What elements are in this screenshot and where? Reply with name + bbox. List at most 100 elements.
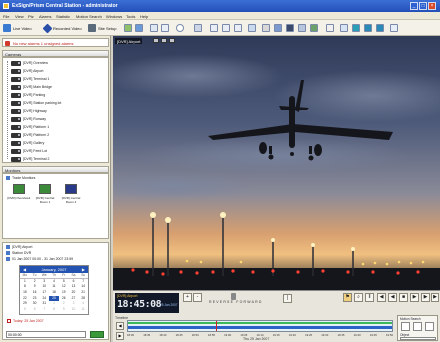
search-station-row[interactable]: Station DVR — [6, 251, 31, 255]
go-button[interactable] — [90, 331, 104, 338]
time-field[interactable]: 00:00:00 — [6, 331, 86, 338]
calendar-day[interactable]: 8 — [49, 307, 59, 313]
monitor-item[interactable]: [DVR] Central Room 2 — [59, 184, 83, 204]
print-icon[interactable] — [194, 24, 202, 32]
close-button[interactable]: × — [428, 2, 436, 10]
calendar-days[interactable]: 1 2 3 4 5 6 7 8 9 10 11 12 13 14 15 16 17 18 19 20 21 22 23 24 2… — [20, 279, 88, 313]
camera-item[interactable]: [DVR] Terminal 1 — [11, 76, 49, 82]
zoom-in-button[interactable]: + — [183, 293, 192, 302]
menu-view[interactable]: View — [15, 14, 24, 19]
motion-area-button[interactable] — [401, 322, 410, 331]
camera-item[interactable]: [DVR] Terminal 2 — [11, 156, 49, 162]
site-setup-button[interactable]: Site Setup — [88, 23, 116, 33]
speed-slider-handle[interactable] — [231, 293, 236, 300]
today-checkbox[interactable] — [7, 319, 11, 323]
calendar-day[interactable]: 7 — [39, 307, 49, 313]
pause-button[interactable]: ‖ — [365, 293, 374, 302]
layout-1-icon[interactable] — [124, 24, 132, 32]
calendar-day[interactable]: 9 — [59, 307, 69, 313]
stop-button[interactable]: ■ — [399, 293, 408, 302]
calendar-prev-icon[interactable]: ◀ — [23, 267, 26, 272]
video-view[interactable]: [DVR] Airport — [113, 36, 440, 290]
live-video-button[interactable]: Live Video — [3, 23, 32, 33]
split-icon[interactable] — [210, 24, 218, 32]
camera-item[interactable]: [DVR] Highway — [11, 108, 47, 114]
audio-icon[interactable] — [298, 24, 306, 32]
zoom-out-icon[interactable] — [169, 38, 175, 43]
search-button[interactable]: ⌕ — [354, 293, 363, 302]
camera-item[interactable]: [DVR] Overview — [11, 60, 48, 66]
zoom-icon[interactable] — [248, 24, 256, 32]
camera-item[interactable]: [DVR] Platform 2 — [11, 132, 49, 138]
calendar-day[interactable]: 10 — [69, 307, 79, 313]
timeline-cursor[interactable] — [216, 321, 217, 331]
record-icon[interactable] — [286, 24, 294, 32]
tile-icon[interactable] — [340, 24, 348, 32]
search-range-row[interactable]: 01 Jan 2007 00:00 - 31 Jan 2007 23:59 — [6, 257, 73, 261]
timeline-prev-button[interactable]: ◀ — [116, 322, 124, 330]
motion-search-button[interactable] — [425, 322, 434, 331]
recorded-video-button[interactable]: Recorded Video — [42, 23, 82, 33]
layout-3x3-icon[interactable] — [234, 24, 242, 32]
camera-list[interactable]: [DVR] Overview [DVR] Airport [DVR] Termi… — [2, 57, 109, 163]
menu-ptz[interactable]: Ptz — [28, 14, 34, 19]
frame-back-button[interactable]: | — [283, 294, 292, 303]
monitor-icon[interactable] — [352, 24, 360, 32]
monitors-header[interactable]: Monitors — [2, 166, 109, 173]
end-button[interactable]: ▶ — [431, 293, 439, 302]
camera-item[interactable]: [DVR] Parking — [11, 92, 45, 98]
menu-tools[interactable]: Tools — [126, 14, 135, 19]
monitor-group[interactable]: Trade Monitors — [6, 176, 35, 180]
menu-windows[interactable]: Windows — [106, 14, 122, 19]
menu-statistic[interactable]: Statistic — [56, 14, 70, 19]
layout-2x2-icon[interactable] — [222, 24, 230, 32]
camera-item[interactable]: [DVR] Gallery — [11, 140, 44, 146]
menu-alarms[interactable]: Alarms — [39, 14, 51, 19]
zoom-in-icon[interactable] — [161, 38, 167, 43]
monitor-item[interactable]: [DVR] Overview1 — [7, 184, 31, 200]
help-icon[interactable] — [390, 24, 398, 32]
menu-motion-search[interactable]: Motion Search — [76, 14, 102, 19]
export-icon[interactable] — [274, 24, 282, 32]
menu-file[interactable]: File — [3, 14, 9, 19]
camera-item[interactable]: [DVR] Runway — [11, 116, 46, 122]
play-button[interactable]: ▶ — [410, 293, 419, 302]
cameras-header[interactable]: Cameras — [2, 50, 109, 57]
camera-item[interactable]: [DVR] Feed Lot — [11, 148, 47, 154]
camera-item[interactable]: [DVR] Main Bridge — [11, 84, 52, 90]
timeline-next-button[interactable]: ▶ — [116, 332, 124, 340]
zoom-out-button[interactable]: - — [193, 293, 202, 302]
motion-sensitivity-bar[interactable] — [400, 337, 436, 340]
rewind-fast-button[interactable]: ◀ — [377, 293, 386, 302]
layout-4-icon[interactable] — [135, 24, 143, 32]
today-row[interactable]: Today: 25 Jan 2007 — [7, 319, 44, 323]
monitor-2-icon[interactable] — [364, 24, 372, 32]
minimize-button[interactable]: _ — [410, 2, 418, 10]
motion-object-button[interactable] — [413, 322, 422, 331]
snapshot-icon[interactable] — [262, 24, 270, 32]
title-bar[interactable]: ExSign/Prism Central Station - administr… — [0, 0, 440, 12]
search-camera-row[interactable]: [DVR] Airport — [6, 245, 32, 249]
layout-list-icon[interactable] — [161, 24, 169, 32]
fullscreen-icon[interactable] — [153, 38, 159, 43]
rewind-button[interactable]: ◀ — [388, 293, 397, 302]
calendar[interactable]: ◀ January, 2007 ▶ Mo Tu We Th Fr Sa Su 1234567… — [19, 265, 89, 315]
refresh-icon[interactable] — [176, 24, 184, 32]
monitor-item[interactable]: [DVR] Central Room 1 — [33, 184, 57, 204]
timeline-bar[interactable] — [127, 320, 393, 332]
camera-item[interactable]: [DVR] Airport — [11, 68, 43, 74]
maximize-button[interactable]: □ — [419, 2, 427, 10]
calendar-day[interactable]: 11 — [78, 307, 88, 313]
layout-grid-icon[interactable] — [150, 24, 158, 32]
calendar-day[interactable]: 6 — [30, 307, 40, 313]
alarm-status-bar[interactable]: No new alarms 1 unsigned alarms — [2, 38, 109, 47]
map-icon[interactable] — [310, 24, 318, 32]
monitor-3-icon[interactable] — [376, 24, 384, 32]
camera-item[interactable]: [DVR] Platform 1 — [11, 124, 49, 130]
filter-icon[interactable] — [326, 24, 334, 32]
menu-help[interactable]: Help — [140, 14, 148, 19]
forward-button[interactable]: ▶ — [421, 293, 430, 302]
calendar-next-icon[interactable]: ▶ — [82, 267, 85, 272]
calendar-day[interactable]: 5 — [20, 307, 30, 313]
camera-item[interactable]: [DVR] Station parking lot — [11, 100, 61, 106]
